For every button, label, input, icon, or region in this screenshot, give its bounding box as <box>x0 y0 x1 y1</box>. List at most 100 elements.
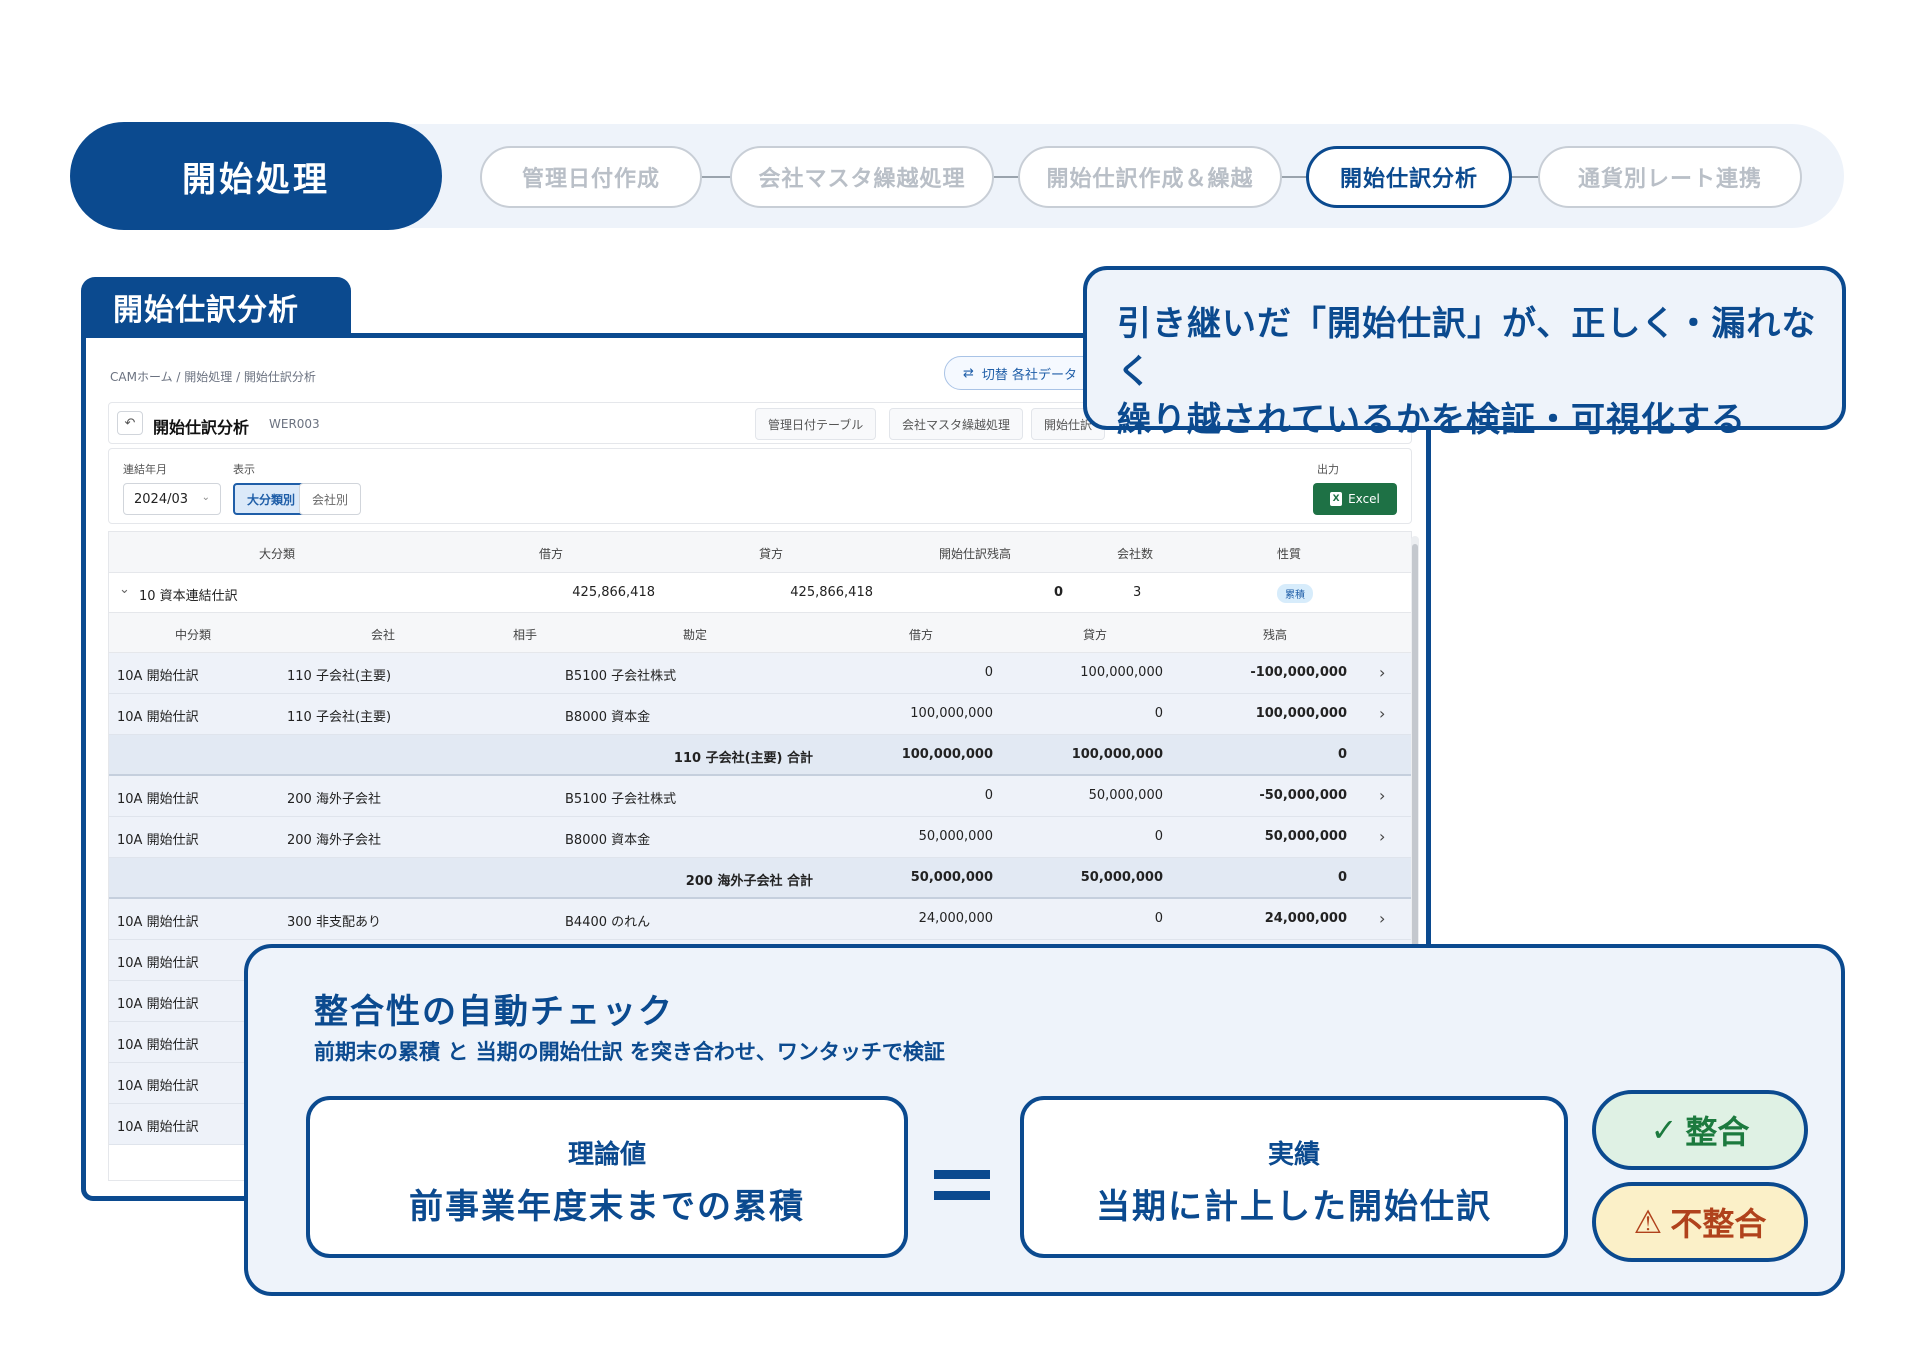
callout-line-2: 繰り越されているかを検証・可視化する <box>1117 400 1746 440</box>
row-account: B5100 子会社株式 <box>565 669 677 684</box>
row-company: 300 非支配あり <box>287 915 381 930</box>
status-consistent-badge: ✓ 整合 <box>1592 1090 1808 1170</box>
row-mid-category: 10A 開始仕訳 <box>117 1120 199 1135</box>
row-balance: 50,000,000 <box>1264 829 1347 844</box>
row-debit: 0 <box>984 788 993 803</box>
col-credit: 貸方 <box>759 547 784 561</box>
col-mid-category: 中分類 <box>175 628 212 642</box>
nature-badge: 累積 <box>1277 584 1313 603</box>
row-mid-category: 10A 開始仕訳 <box>117 833 199 848</box>
subtotal-label: 200 海外子会社 合計 <box>685 874 813 889</box>
row-debit: 0 <box>984 665 993 680</box>
group-credit: 425,866,418 <box>790 585 873 600</box>
col-debit: 借方 <box>539 547 564 561</box>
filter-bar: 連結年月 2024/03 ⌄ 表示 大分類別 会社別 出力 X Excel <box>108 448 1412 524</box>
row-company: 110 子会社(主要) <box>287 669 392 684</box>
view-by-company-button[interactable]: 会社別 <box>299 483 362 515</box>
step-currency-rate-link[interactable]: 通貨別レート連携 <box>1538 146 1802 208</box>
chevron-right-icon[interactable]: › <box>1379 786 1385 805</box>
row-company: 200 海外子会社 <box>287 792 381 807</box>
col-row-balance: 残高 <box>1263 628 1288 642</box>
subtotal-balance: 0 <box>1337 870 1347 885</box>
subtotal-credit: 100,000,000 <box>1071 747 1163 762</box>
status-consistent-label: 整合 <box>1685 1113 1750 1151</box>
row-debit: 50,000,000 <box>918 829 993 844</box>
row-balance: -50,000,000 <box>1259 788 1347 803</box>
subtotal-debit: 50,000,000 <box>910 870 993 885</box>
nav-company-master-carryover[interactable]: 会社マスタ繰越処理 <box>889 408 1024 440</box>
step-company-master-carryover[interactable]: 会社マスタ繰越処理 <box>730 146 994 208</box>
chevron-right-icon[interactable]: › <box>1379 704 1385 723</box>
subtotal-row: 110 子会社(主要) 合計 100,000,000 100,000,000 0 <box>109 735 1411 776</box>
col-counterparty: 相手 <box>513 628 538 642</box>
check-subtitle: 前期末の累積 と 当期の開始仕訳 を突き合わせ、ワンタッチで検証 <box>314 1040 945 1064</box>
step-opening-entry-analysis[interactable]: 開始仕訳分析 <box>1306 146 1512 208</box>
subtotal-debit: 100,000,000 <box>901 747 993 762</box>
step-connector <box>1510 176 1540 178</box>
actual-desc: 当期に計上した開始仕訳 <box>1096 1187 1492 1227</box>
group-row[interactable]: ⌄ 10 資本連結仕訳 425,866,418 425,866,418 0 3 … <box>109 573 1411 613</box>
row-account: B4400 のれん <box>565 915 651 930</box>
row-account: B5100 子会社株式 <box>565 792 677 807</box>
frame-tab-label: 開始仕訳分析 <box>81 277 351 337</box>
subtotal-credit: 50,000,000 <box>1080 870 1163 885</box>
purpose-callout: 引き継いだ「開始仕訳」が、正しく・漏れなく 繰り越されているかを検証・可視化する <box>1083 266 1846 440</box>
warning-icon: ⚠ <box>1633 1203 1663 1241</box>
excel-label: Excel <box>1348 492 1380 506</box>
group-debit: 425,866,418 <box>572 585 655 600</box>
actual-value-card: 実績 当期に計上した開始仕訳 <box>1020 1096 1568 1258</box>
display-label: 表示 <box>233 463 255 476</box>
row-debit: 100,000,000 <box>910 706 993 721</box>
nav-management-date-table[interactable]: 管理日付テーブル <box>755 408 877 440</box>
period-value: 2024/03 <box>134 491 189 507</box>
row-company: 110 子会社(主要) <box>287 710 392 725</box>
grid-header-row: 大分類 借方 貸方 開始仕訳残高 会社数 性質 <box>109 532 1411 573</box>
consistency-check-panel: 整合性の自動チェック 前期末の累積 と 当期の開始仕訳 を突き合わせ、ワンタッチ… <box>244 944 1845 1296</box>
theoretical-label: 理論値 <box>567 1140 646 1170</box>
back-arrow-icon: ↶ <box>124 415 136 431</box>
col-row-credit: 貸方 <box>1083 628 1108 642</box>
table-row[interactable]: 10A 開始仕訳 110 子会社(主要) B5100 子会社株式 0 100,000,0… <box>109 653 1411 694</box>
col-company: 会社 <box>371 628 396 642</box>
row-credit: 100,000,000 <box>1080 665 1163 680</box>
theoretical-desc: 前事業年度末までの累積 <box>409 1187 805 1227</box>
excel-icon: X <box>1330 492 1343 506</box>
chevron-down-icon: ⌄ <box>201 492 210 503</box>
group-name: 10 資本連結仕訳 <box>139 589 238 604</box>
back-button[interactable]: ↶ <box>117 411 143 435</box>
page-title: 開始仕訳分析 <box>153 418 250 437</box>
period-select[interactable]: 2024/03 ⌄ <box>123 483 221 515</box>
row-mid-category: 10A 開始仕訳 <box>117 1038 199 1053</box>
row-credit: 50,000,000 <box>1088 788 1163 803</box>
step-management-date[interactable]: 管理日付作成 <box>480 146 702 208</box>
row-mid-category: 10A 開始仕訳 <box>117 997 199 1012</box>
callout-line-1: 引き継いだ「開始仕訳」が、正しく・漏れなく <box>1117 304 1817 392</box>
row-credit: 0 <box>1154 829 1163 844</box>
period-label: 連結年月 <box>123 463 167 476</box>
table-row[interactable]: 10A 開始仕訳 110 子会社(主要) B8000 資本金 100,000,000 0… <box>109 694 1411 735</box>
chevron-right-icon[interactable]: › <box>1379 909 1385 928</box>
breadcrumb[interactable]: CAMホーム / 開始処理 / 開始仕訳分析 <box>110 368 316 385</box>
table-row[interactable]: 10A 開始仕訳 200 海外子会社 B8000 資本金 50,000,000 0 50,… <box>109 817 1411 858</box>
chevron-right-icon[interactable]: › <box>1379 663 1385 682</box>
group-company-count: 3 <box>1133 585 1142 600</box>
step-connector <box>700 176 732 178</box>
col-nature: 性質 <box>1277 547 1302 561</box>
step-opening-entry-create[interactable]: 開始仕訳作成＆繰越 <box>1018 146 1282 208</box>
subtotal-label: 110 子会社(主要) 合計 <box>673 751 813 766</box>
col-company-count: 会社数 <box>1117 547 1154 561</box>
row-mid-category: 10A 開始仕訳 <box>117 1079 199 1094</box>
table-row[interactable]: 10A 開始仕訳 200 海外子会社 B5100 子会社株式 0 50,000,000 -… <box>109 776 1411 817</box>
step-connector <box>1280 176 1308 178</box>
check-title: 整合性の自動チェック <box>314 992 674 1032</box>
table-row[interactable]: 10A 開始仕訳 300 非支配あり B4400 のれん 24,000,000 0 24,… <box>109 899 1411 940</box>
chevron-down-icon[interactable]: ⌄ <box>119 582 130 597</box>
col-row-debit: 借方 <box>909 628 934 642</box>
swap-icon: ⇄ <box>963 365 974 381</box>
chevron-right-icon[interactable]: › <box>1379 827 1385 846</box>
excel-export-button[interactable]: X Excel <box>1313 483 1397 515</box>
col-opening-balance: 開始仕訳残高 <box>939 547 1012 561</box>
grid-subheader-row: 中分類 会社 相手 勘定 借方 貸方 残高 <box>109 613 1411 653</box>
view-by-category-button[interactable]: 大分類別 <box>233 483 310 515</box>
row-balance: 24,000,000 <box>1264 911 1347 926</box>
